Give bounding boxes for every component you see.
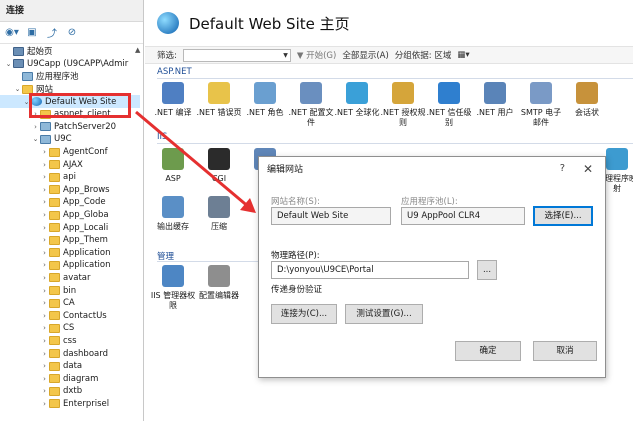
annotation-arrow [135, 110, 256, 213]
annotation-arrow-line [135, 110, 251, 210]
